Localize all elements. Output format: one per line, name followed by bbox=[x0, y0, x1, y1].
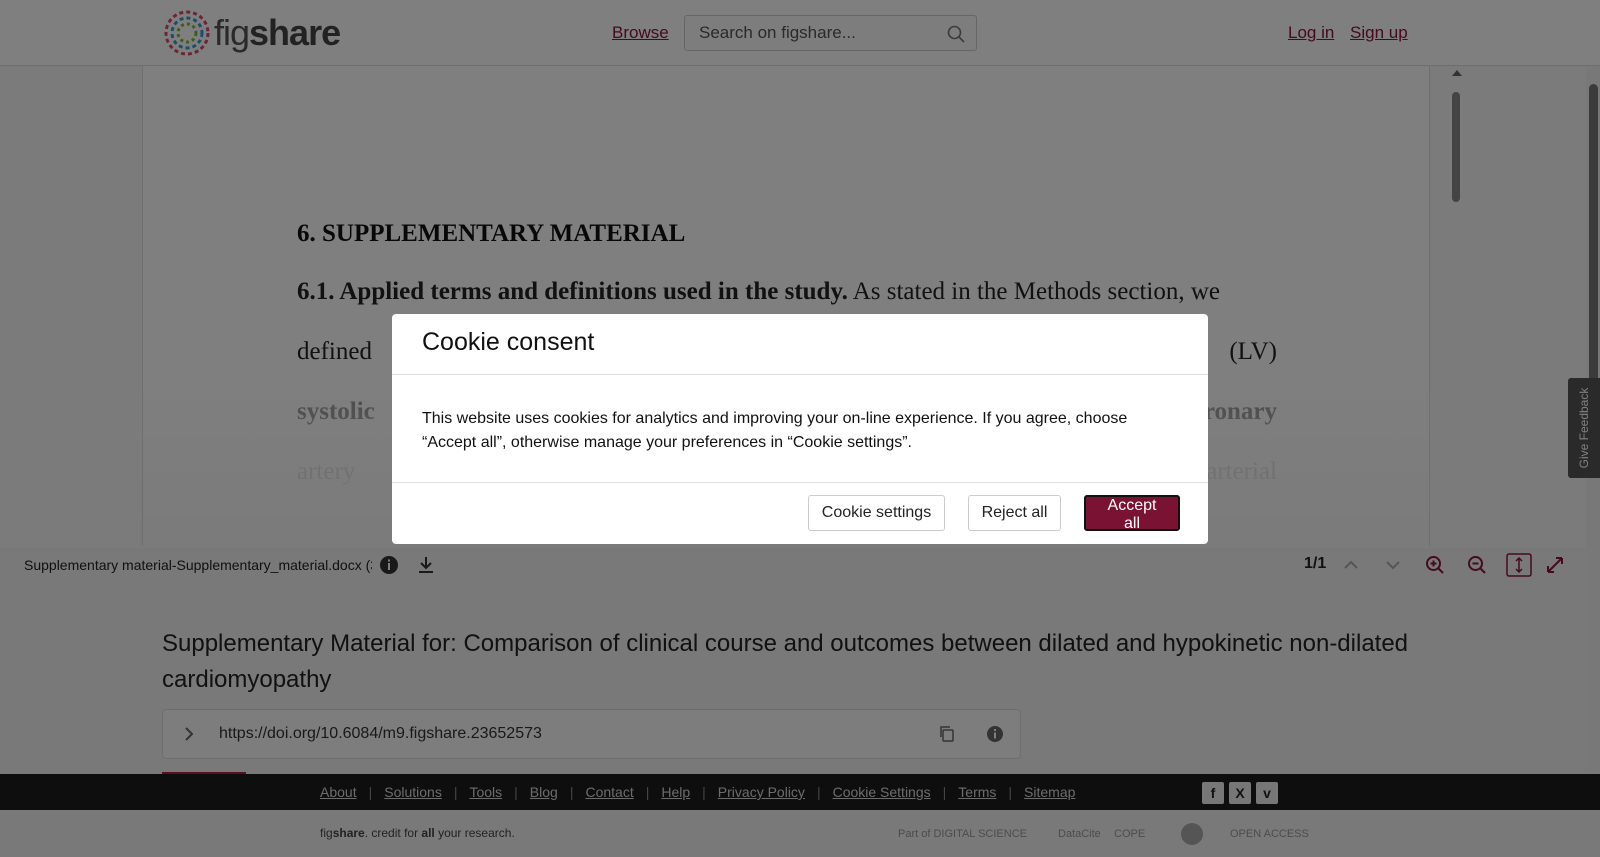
dialog-footer: Cookie settings Reject all Accept all bbox=[392, 483, 1208, 544]
accept-all-button[interactable]: Accept all bbox=[1084, 495, 1180, 532]
dialog-title: Cookie consent bbox=[422, 328, 595, 356]
dialog-body: This website uses cookies for analytics … bbox=[392, 375, 1208, 483]
cookie-consent-dialog: Cookie consent This website uses cookies… bbox=[392, 314, 1208, 544]
reject-all-button[interactable]: Reject all bbox=[968, 495, 1061, 531]
dialog-header: Cookie consent bbox=[392, 314, 1208, 375]
cookie-settings-button[interactable]: Cookie settings bbox=[808, 495, 945, 531]
